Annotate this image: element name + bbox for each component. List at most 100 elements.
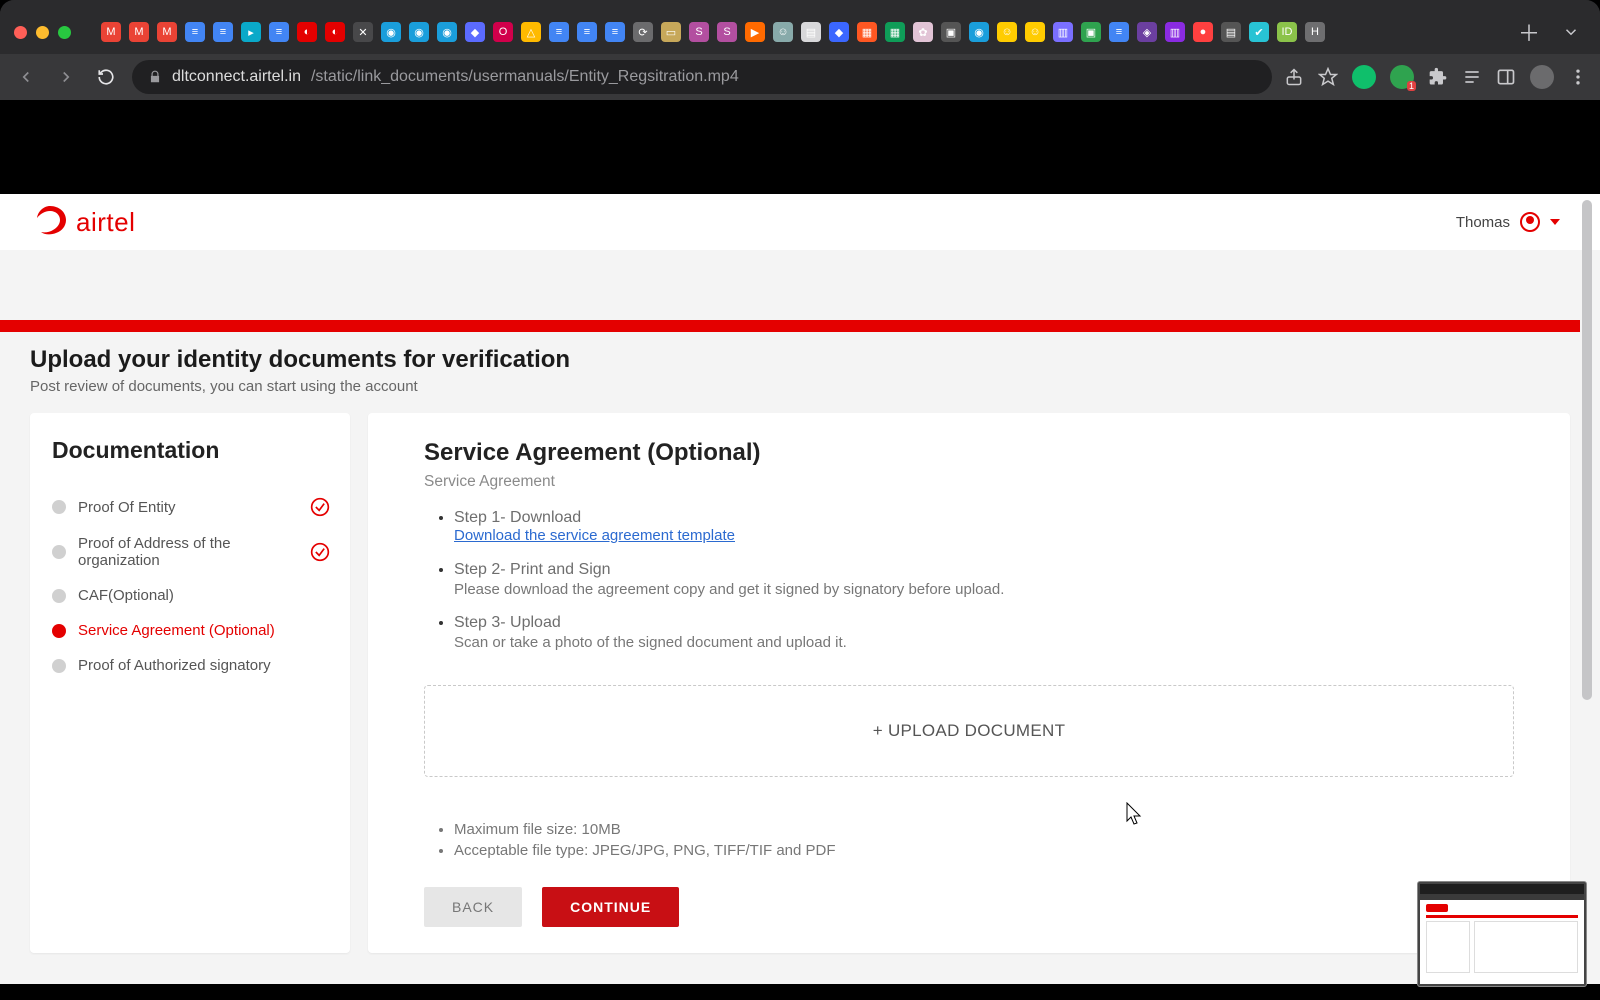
pinned-tab[interactable]: ▣ xyxy=(1081,22,1101,42)
pinned-tab[interactable]: S xyxy=(689,22,709,42)
pinned-tab[interactable]: M xyxy=(129,22,149,42)
action-row: BACK CONTINUE xyxy=(424,887,1514,927)
pinned-tab[interactable]: O xyxy=(493,22,513,42)
window-controls xyxy=(14,26,71,39)
back-button[interactable] xyxy=(12,63,40,91)
scrollbar-thumb[interactable] xyxy=(1582,200,1592,700)
pinned-tab[interactable]: ▥ xyxy=(1053,22,1073,42)
pinned-tab[interactable]: ☺ xyxy=(1025,22,1045,42)
page-subtitle: Post review of documents, you can start … xyxy=(30,378,1570,395)
pinned-tab[interactable]: ▤ xyxy=(801,22,821,42)
pinned-tab[interactable]: ✔ xyxy=(1249,22,1269,42)
panel-heading: Service Agreement (Optional) xyxy=(424,439,1514,467)
check-icon xyxy=(310,542,330,562)
brand-logo[interactable]: airtel xyxy=(30,202,135,242)
pinned-tab[interactable]: ≡ xyxy=(549,22,569,42)
vertical-scrollbar[interactable] xyxy=(1580,194,1592,1000)
sidebar-item-label: Proof of Authorized signatory xyxy=(78,657,271,674)
requirement-item: Maximum file size: 10MB xyxy=(454,821,1514,838)
page-title: Upload your identity documents for verif… xyxy=(30,346,1570,374)
tab-overflow-icon[interactable] xyxy=(1562,23,1580,41)
sidebar-item-authorized-signatory[interactable]: Proof of Authorized signatory xyxy=(52,648,330,683)
sidebar-item-caf[interactable]: CAF(Optional) xyxy=(52,578,330,613)
extension-icon[interactable] xyxy=(1352,65,1376,89)
pinned-tab[interactable]: ☺ xyxy=(773,22,793,42)
step-item: Step 2- Print and Sign Please download t… xyxy=(454,561,1514,598)
pinned-tab[interactable]: ▭ xyxy=(661,22,681,42)
user-avatar-icon xyxy=(1520,212,1540,232)
pinned-tab[interactable]: ▸ xyxy=(241,22,261,42)
address-bar[interactable]: dltconnect.airtel.in/static/link_documen… xyxy=(132,60,1272,94)
new-tab-button[interactable]: ＋ xyxy=(1518,16,1540,48)
pip-preview[interactable] xyxy=(1418,882,1586,986)
pinned-tab[interactable]: ▦ xyxy=(885,22,905,42)
step-title: Step 1- Download xyxy=(454,509,1514,527)
pinned-tab[interactable]: ◆ xyxy=(829,22,849,42)
pinned-tab[interactable]: ▣ xyxy=(941,22,961,42)
active-tab[interactable]: ✕ xyxy=(353,22,373,42)
pinned-tab[interactable]: ◉ xyxy=(437,22,457,42)
back-button[interactable]: BACK xyxy=(424,887,522,927)
pinned-tab[interactable]: H xyxy=(1305,22,1325,42)
kebab-menu-icon[interactable] xyxy=(1568,67,1588,87)
pinned-tab[interactable]: ☺ xyxy=(997,22,1017,42)
pinned-tab[interactable]: ≡ xyxy=(213,22,233,42)
extension-icon[interactable]: 1 xyxy=(1390,65,1414,89)
page-content: airtel Thomas Upload your identity docum… xyxy=(0,194,1600,1000)
status-dot xyxy=(52,589,66,603)
reload-button[interactable] xyxy=(92,63,120,91)
pinned-tab[interactable]: ◈ xyxy=(1137,22,1157,42)
close-window-button[interactable] xyxy=(14,26,27,39)
upload-label: + UPLOAD DOCUMENT xyxy=(873,721,1066,741)
extensions-icon[interactable] xyxy=(1428,67,1448,87)
status-dot xyxy=(52,500,66,514)
pinned-tab[interactable]: ◉ xyxy=(409,22,429,42)
bookmark-star-icon[interactable] xyxy=(1318,67,1338,87)
pinned-tab[interactable]: ID xyxy=(1277,22,1297,42)
main-panel: Service Agreement (Optional) Service Agr… xyxy=(368,413,1570,953)
pinned-tab[interactable]: ✿ xyxy=(913,22,933,42)
sidebar-item-service-agreement[interactable]: Service Agreement (Optional) xyxy=(52,613,330,648)
pinned-tab[interactable]: ▶ xyxy=(745,22,765,42)
sidebar-item-label: CAF(Optional) xyxy=(78,587,174,604)
pinned-tab[interactable]: ▦ xyxy=(857,22,877,42)
user-menu[interactable]: Thomas xyxy=(1456,212,1560,232)
pinned-tab[interactable]: ≡ xyxy=(185,22,205,42)
pinned-tab[interactable]: M xyxy=(157,22,177,42)
pinned-tab[interactable]: ≡ xyxy=(269,22,289,42)
reading-list-icon[interactable] xyxy=(1462,67,1482,87)
pinned-tab[interactable]: ◉ xyxy=(969,22,989,42)
forward-button[interactable] xyxy=(52,63,80,91)
pinned-tab[interactable]: ◆ xyxy=(465,22,485,42)
pinned-tab[interactable]: S xyxy=(717,22,737,42)
pinned-tab[interactable]: ≡ xyxy=(1109,22,1129,42)
pinned-tab[interactable]: ▥ xyxy=(1165,22,1185,42)
panel-icon[interactable] xyxy=(1496,67,1516,87)
browser-window: M M M ≡ ≡ ▸ ≡ ◐ ◐ ✕ ◉ ◉ ◉ ◆ O △ ≡ ≡ ≡ ⟳ … xyxy=(0,0,1600,1000)
pinned-tab[interactable]: △ xyxy=(521,22,541,42)
pinned-tab[interactable]: ◐ xyxy=(297,22,317,42)
requirements-list: Maximum file size: 10MB Acceptable file … xyxy=(454,821,1514,859)
pinned-tab[interactable]: ◐ xyxy=(325,22,345,42)
sidebar-item-proof-of-entity[interactable]: Proof Of Entity xyxy=(52,488,330,526)
pinned-tab[interactable]: ⟳ xyxy=(633,22,653,42)
download-template-link[interactable]: Download the service agreement template xyxy=(454,527,735,544)
chevron-down-icon xyxy=(1550,219,1560,225)
minimize-window-button[interactable] xyxy=(36,26,49,39)
pinned-tab[interactable]: ▤ xyxy=(1221,22,1241,42)
pinned-tab[interactable]: ≡ xyxy=(577,22,597,42)
upload-dropzone[interactable]: + UPLOAD DOCUMENT xyxy=(424,685,1514,777)
pinned-tab[interactable]: ◉ xyxy=(381,22,401,42)
share-icon[interactable] xyxy=(1284,67,1304,87)
profile-avatar[interactable] xyxy=(1530,65,1554,89)
status-dot xyxy=(52,659,66,673)
pinned-tab[interactable]: ● xyxy=(1193,22,1213,42)
user-name: Thomas xyxy=(1456,214,1510,231)
continue-button[interactable]: CONTINUE xyxy=(542,887,679,927)
step-title: Step 2- Print and Sign xyxy=(454,561,1514,579)
sidebar-item-proof-of-address[interactable]: Proof of Address of the organization xyxy=(52,526,330,578)
pinned-tab[interactable]: ≡ xyxy=(605,22,625,42)
step-title: Step 3- Upload xyxy=(454,614,1514,632)
pinned-tab[interactable]: M xyxy=(101,22,121,42)
maximize-window-button[interactable] xyxy=(58,26,71,39)
